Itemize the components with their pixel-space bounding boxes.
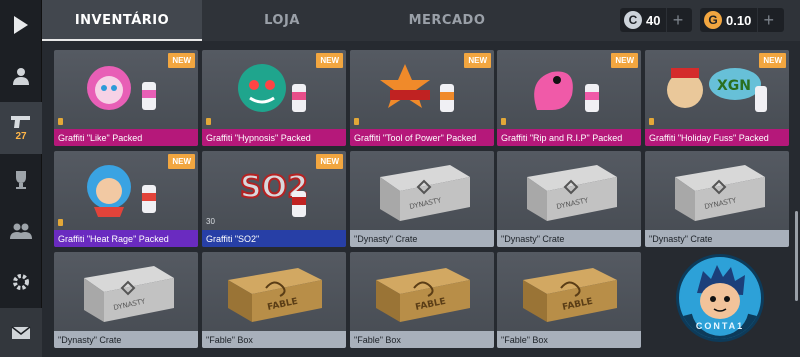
- item-name: "Dynasty" Crate: [497, 230, 641, 247]
- tag-icon: [58, 219, 63, 226]
- dynasty-crate-icon: DYNASTY: [527, 165, 617, 221]
- inventory-item[interactable]: SO2 NEW 30 Graffiti "SO2": [202, 151, 346, 247]
- tag-icon: [206, 118, 211, 125]
- new-badge: NEW: [759, 53, 786, 68]
- sidebar: 27: [0, 0, 42, 357]
- fable-box-icon: FABLE: [523, 268, 617, 322]
- item-name: "Fable" Box: [202, 331, 346, 348]
- scrollbar[interactable]: [795, 211, 798, 301]
- play-button[interactable]: [0, 0, 42, 50]
- new-badge: NEW: [168, 53, 195, 68]
- silver-currency: C 40 +: [620, 8, 692, 32]
- fable-box-icon: FABLE: [228, 268, 322, 322]
- inventory-item[interactable]: FABLE "Fable" Box: [497, 252, 641, 348]
- new-badge: NEW: [168, 154, 195, 169]
- inventory-item[interactable]: NEW Graffiti "Rip and R.I.P" Packed: [497, 50, 641, 146]
- gold-value: 0.10: [726, 12, 752, 28]
- pistol-icon: [11, 116, 30, 128]
- trophy-button[interactable]: [0, 155, 42, 205]
- item-name: "Dynasty" Crate: [350, 230, 494, 247]
- silver-value: 40: [646, 12, 661, 28]
- tab-market[interactable]: MERCADO: [362, 0, 532, 41]
- item-name: Graffiti "Rip and R.I.P" Packed: [497, 129, 641, 146]
- item-name: "Dynasty" Crate: [645, 230, 789, 247]
- inventory-item[interactable]: DYNASTY "Dynasty" Crate: [645, 151, 789, 247]
- weapons-count: 27: [15, 131, 27, 142]
- profile-icon: [13, 68, 29, 85]
- tag-icon: [501, 118, 506, 125]
- add-silver-button[interactable]: +: [666, 8, 688, 32]
- add-gold-button[interactable]: +: [757, 8, 779, 32]
- item-stat: 30: [206, 217, 215, 226]
- avatar[interactable]: CONTA1: [676, 254, 764, 342]
- gold-coin-icon: G: [704, 11, 722, 29]
- inventory-item[interactable]: FABLE "Fable" Box: [202, 252, 346, 348]
- fable-box-icon: FABLE: [376, 268, 470, 322]
- avatar-label: CONTA1: [695, 321, 745, 331]
- gold-currency: G 0.10 +: [700, 8, 784, 32]
- item-name: Graffiti "SO2": [202, 230, 346, 247]
- mail-icon: [11, 326, 31, 339]
- play-icon: [14, 16, 28, 34]
- item-name: Graffiti "Heat Rage" Packed: [54, 230, 198, 247]
- trophy-icon: [16, 171, 26, 189]
- inventory-item[interactable]: NEW Graffiti "Hypnosis" Packed: [202, 50, 346, 146]
- dynasty-crate-icon: DYNASTY: [380, 165, 470, 221]
- tab-inventory[interactable]: INVENTÁRIO: [42, 0, 202, 41]
- inventory-item[interactable]: DYNASTY "Dynasty" Crate: [54, 252, 198, 348]
- item-name: Graffiti "Tool of Power" Packed: [350, 129, 494, 146]
- item-name: "Fable" Box: [497, 331, 641, 348]
- new-badge: NEW: [611, 53, 638, 68]
- new-badge: NEW: [316, 154, 343, 169]
- new-badge: NEW: [316, 53, 343, 68]
- dynasty-crate-icon: DYNASTY: [84, 266, 174, 322]
- tab-shop[interactable]: LOJA: [202, 0, 362, 41]
- inventory-item[interactable]: FABLE "Fable" Box: [350, 252, 494, 348]
- friends-button[interactable]: [0, 206, 42, 256]
- svg-text:XGN: XGN: [717, 78, 751, 94]
- inventory-item[interactable]: NEW Graffiti "Heat Rage" Packed: [54, 151, 198, 247]
- profile-button[interactable]: [0, 51, 42, 101]
- dynasty-crate-icon: DYNASTY: [675, 165, 765, 221]
- item-name: Graffiti "Holiday Fuss" Packed: [645, 129, 789, 146]
- item-name: "Fable" Box: [350, 331, 494, 348]
- item-name: Graffiti "Hypnosis" Packed: [202, 129, 346, 146]
- item-name: "Dynasty" Crate: [54, 331, 198, 348]
- tag-icon: [354, 118, 359, 125]
- tag-icon: [58, 118, 63, 125]
- item-name: Graffiti "Like" Packed: [54, 129, 198, 146]
- settings-button[interactable]: [0, 257, 42, 307]
- mail-button[interactable]: [0, 308, 42, 357]
- tag-icon: [649, 118, 654, 125]
- silver-coin-icon: C: [624, 11, 642, 29]
- weapons-button[interactable]: 27: [0, 102, 42, 154]
- inventory-item[interactable]: DYNASTY "Dynasty" Crate: [497, 151, 641, 247]
- inventory-item[interactable]: DYNASTY "Dynasty" Crate: [350, 151, 494, 247]
- inventory-item[interactable]: XGN NEW Graffiti "Holiday Fuss" Packed: [645, 50, 789, 146]
- inventory-item[interactable]: NEW Graffiti "Tool of Power" Packed: [350, 50, 494, 146]
- settings-icon: [13, 274, 29, 290]
- friends-icon: [10, 223, 32, 239]
- new-badge: NEW: [464, 53, 491, 68]
- header: INVENTÁRIO LOJA MERCADO C 40 + G 0.10 +: [42, 0, 800, 41]
- inventory-item[interactable]: NEW Graffiti "Like" Packed: [54, 50, 198, 146]
